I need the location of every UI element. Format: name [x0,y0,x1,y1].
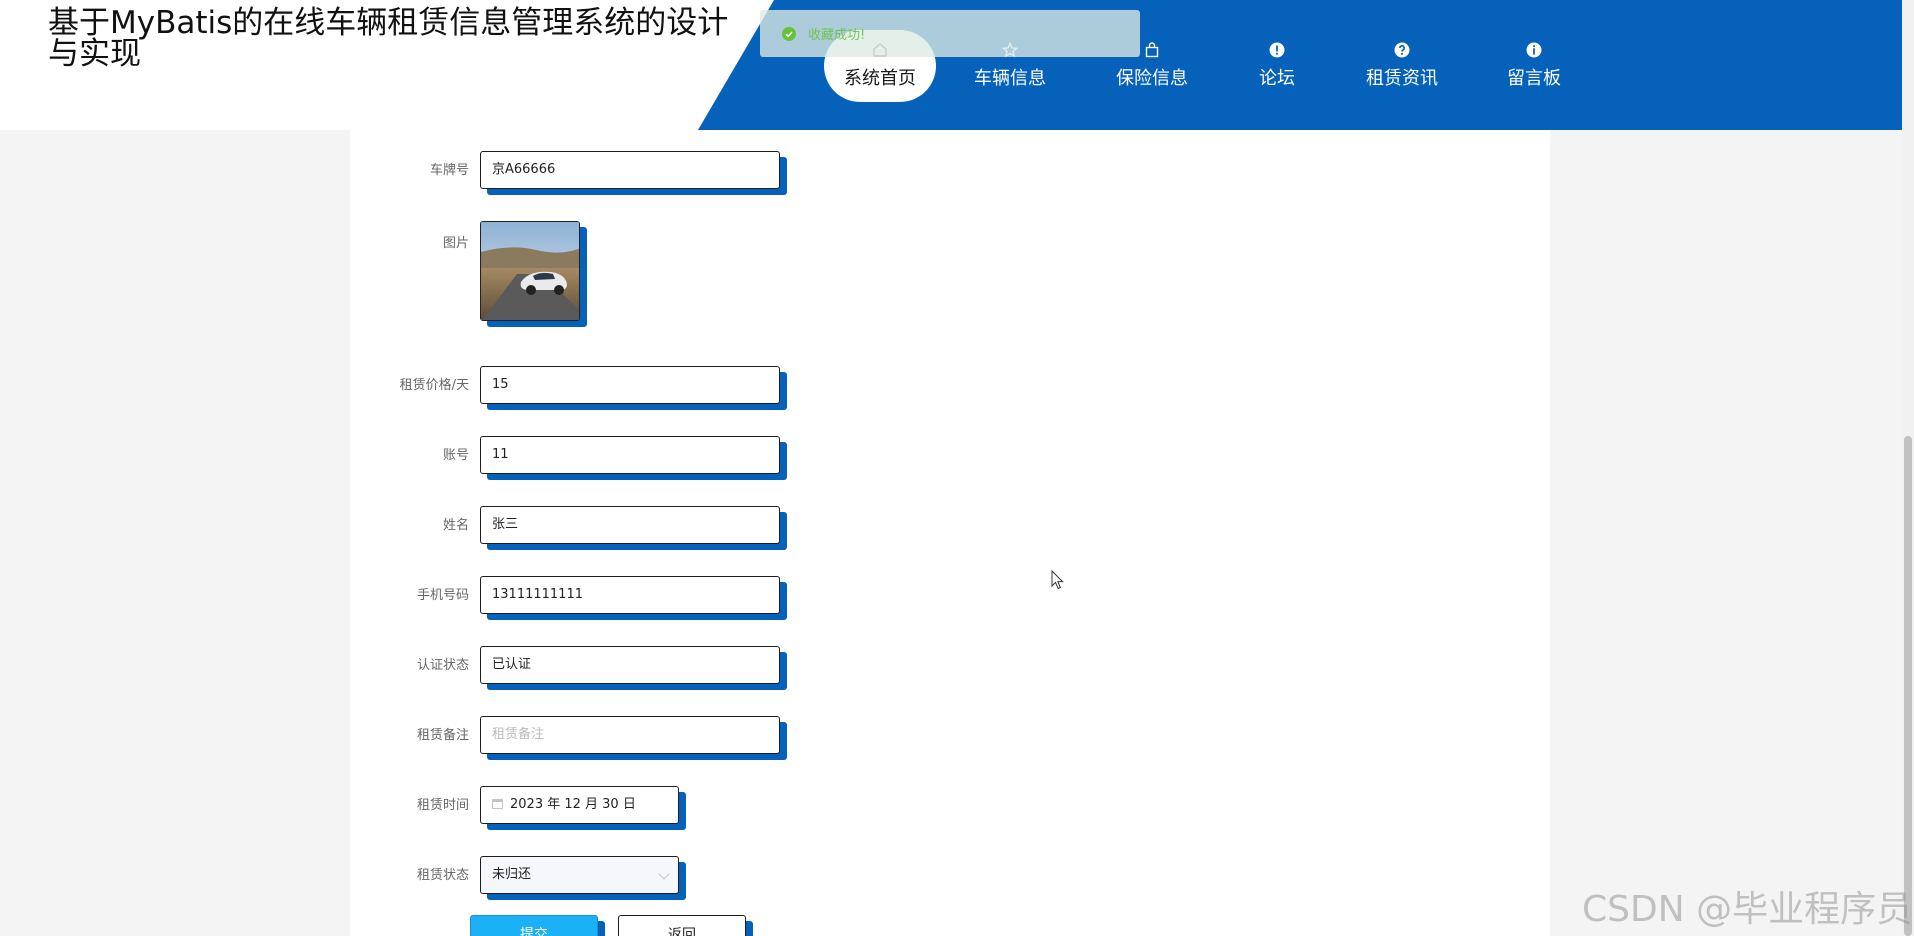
toast-message: 收藏成功! [808,28,866,43]
form-row-remark: 租赁备注 租赁备注 [350,716,850,760]
phone-label: 手机号码 [416,588,469,603]
rent-time-field-wrap: 2023 年 12 月 30 日 [480,786,686,830]
form-row-rent-status: 租赁状态 未归还 [350,856,850,900]
photo-wrap [480,221,587,327]
name-field-wrap: 张三 [480,506,787,550]
price-label: 租赁价格/天 [399,378,469,393]
question-icon [1394,42,1410,58]
back-button-wrap: 返回 [618,915,753,936]
nav-label-home: 系统首页 [844,68,916,89]
remark-field-wrap: 租赁备注 [480,716,787,760]
vertical-scrollbar[interactable] [1902,0,1914,936]
rent-status-field-wrap: 未归还 [480,856,686,900]
nav-item-guestbook[interactable]: 留言板 [1494,30,1574,102]
remark-label: 租赁备注 [416,728,469,743]
photo-label: 图片 [442,236,469,251]
scrollbar-thumb[interactable] [1904,436,1912,936]
rent-time-label: 租赁时间 [416,798,469,813]
account-field-wrap: 11 [480,436,787,480]
form-row-plate: 车牌号 京A66666 [350,151,850,195]
nav-label-forum: 论坛 [1259,68,1295,89]
mouse-cursor-icon [1051,569,1065,594]
form-row-name: 姓名 张三 [350,506,850,550]
account-label: 账号 [442,448,469,463]
form-row-rent-time: 租赁时间 2023 年 12 月 30 日 [350,786,850,830]
exclamation-icon [1269,42,1285,58]
info-icon [1526,42,1542,58]
calendar-icon [492,798,503,809]
form-row-price: 租赁价格/天 15 [350,366,850,410]
rent-time-picker[interactable]: 2023 年 12 月 30 日 [480,786,679,824]
check-circle-icon [782,26,796,41]
submit-button-wrap: 提交 [470,915,605,936]
phone-input[interactable]: 13111111111 [480,576,780,614]
price-input[interactable]: 15 [480,366,780,404]
rent-status-label: 租赁状态 [416,868,469,883]
name-label: 姓名 [442,518,469,533]
nav-item-news[interactable]: 租赁资讯 [1352,30,1452,102]
form-row-auth-status: 认证状态 已认证 [350,646,850,690]
chevron-down-icon [658,868,670,880]
car-photo[interactable] [480,221,580,321]
name-input[interactable]: 张三 [480,506,780,544]
price-field-wrap: 15 [480,366,787,410]
nav-item-forum[interactable]: 论坛 [1244,30,1310,102]
account-input[interactable]: 11 [480,436,780,474]
form-row-phone: 手机号码 13111111111 [350,576,850,620]
auth-status-input[interactable]: 已认证 [480,646,780,684]
rent-status-value: 未归还 [492,867,532,882]
nav-label-vehicles: 车辆信息 [974,68,1046,89]
phone-field-wrap: 13111111111 [480,576,787,620]
bag-icon [1144,42,1160,58]
rent-time-value: 2023 年 12 月 30 日 [510,797,636,812]
rent-status-select[interactable]: 未归还 [480,856,679,894]
remark-input[interactable]: 租赁备注 [480,716,780,754]
auth-status-label: 认证状态 [416,658,469,673]
form-row-account: 账号 11 [350,436,850,480]
plate-label: 车牌号 [429,163,469,178]
success-toast: 收藏成功! [760,10,1140,57]
auth-status-field-wrap: 已认证 [480,646,787,690]
plate-field-wrap: 京A66666 [480,151,787,195]
back-button[interactable]: 返回 [618,915,746,936]
submit-button[interactable]: 提交 [470,915,598,936]
car-photo-image [481,222,579,320]
nav-label-guestbook: 留言板 [1507,68,1561,89]
plate-input[interactable]: 京A66666 [480,151,780,189]
page: 基于MyBatis的在线车辆租赁信息管理系统的设计与实现 系统首页 车辆信息 保… [0,0,1914,936]
nav-label-insurance: 保险信息 [1116,68,1188,89]
nav-label-news: 租赁资讯 [1366,68,1438,89]
watermark: CSDN @毕业程序员 [1582,889,1913,930]
